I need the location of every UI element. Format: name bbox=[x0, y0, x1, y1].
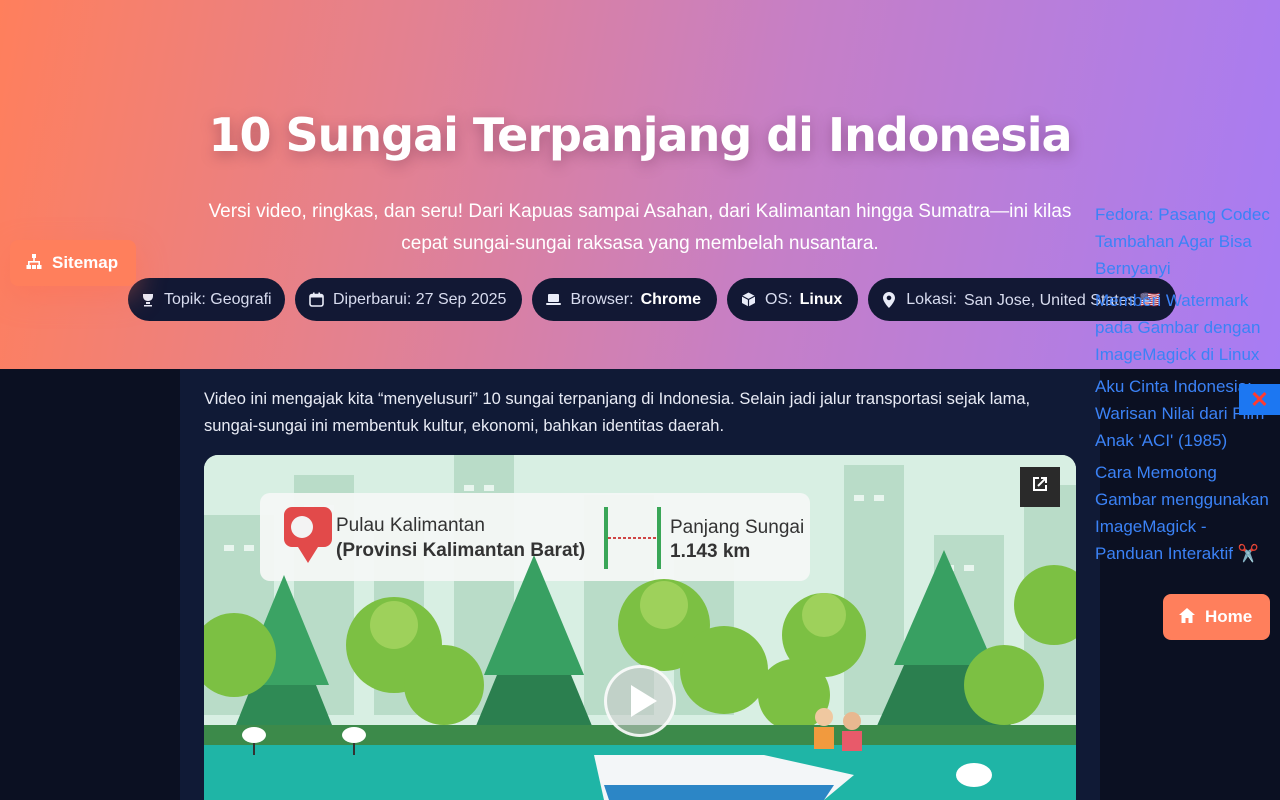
related-link-fedora-codec[interactable]: Fedora: Pasang Codec Tambahan Agar Bisa … bbox=[1095, 201, 1275, 282]
play-button[interactable] bbox=[604, 665, 676, 737]
chip-updated: Diperbarui: 27 Sep 2025 bbox=[295, 278, 523, 321]
intro-paragraph: Video ini mengajak kita “menyelusuri” 10… bbox=[204, 390, 1031, 435]
video-island-text: Pulau Kalimantan bbox=[336, 515, 485, 536]
video-length-value: 1.143 km bbox=[670, 541, 751, 562]
meta-chips: Topik: Geografi Diperbarui: 27 Sep 2025 … bbox=[128, 278, 1176, 321]
home-label: Home bbox=[1205, 607, 1253, 626]
chip-topic: Topik: Geografi bbox=[128, 278, 285, 321]
close-icon: ✕ bbox=[1250, 386, 1269, 412]
sitemap-icon bbox=[26, 253, 42, 273]
chip-os-value: Linux bbox=[799, 290, 843, 308]
related-link-watermark[interactable]: Memberi Watermark pada Gambar dengan Ima… bbox=[1095, 287, 1275, 368]
chip-location-label: Lokasi: bbox=[906, 290, 957, 308]
close-button[interactable]: ✕ bbox=[1239, 384, 1280, 415]
calendar-icon bbox=[308, 292, 324, 308]
chip-os: OS: Linux bbox=[727, 278, 859, 321]
page-title: 10 Sungai Terpanjang di Indonesia bbox=[208, 108, 1072, 162]
page-subtitle: Versi video, ringkas, dan seru! Dari Kap… bbox=[208, 201, 1072, 254]
external-link-button[interactable] bbox=[1020, 467, 1060, 507]
trophy-icon bbox=[141, 292, 155, 308]
sitemap-button[interactable]: Sitemap bbox=[10, 240, 136, 286]
chip-browser: Browser: Chrome bbox=[532, 278, 718, 321]
external-link-icon bbox=[1030, 474, 1050, 500]
map-pin-icon bbox=[881, 291, 897, 308]
home-button[interactable]: Home bbox=[1163, 594, 1270, 640]
chip-updated-text: Diperbarui: 27 Sep 2025 bbox=[333, 290, 507, 308]
chip-os-label: OS: bbox=[765, 290, 793, 308]
chip-browser-label: Browser: bbox=[570, 290, 634, 308]
chip-browser-value: Chrome bbox=[640, 290, 702, 308]
video-thumbnail bbox=[204, 455, 1076, 800]
chip-topic-text: Topik: Geografi bbox=[164, 290, 272, 308]
video-length-label: Panjang Sungai bbox=[670, 517, 805, 538]
related-link-crop-image[interactable]: Cara Memotong Gambar menggunakan ImageMa… bbox=[1095, 459, 1275, 567]
video-player[interactable]: Pulau Kalimantan (Provinsi Kalimantan Ba… bbox=[204, 455, 1076, 800]
video-province-text: (Provinsi Kalimantan Barat) bbox=[336, 540, 586, 561]
cube-icon bbox=[740, 292, 756, 308]
sitemap-label: Sitemap bbox=[52, 253, 119, 272]
laptop-icon bbox=[545, 292, 561, 308]
home-icon bbox=[1179, 607, 1195, 627]
play-icon bbox=[631, 685, 657, 717]
